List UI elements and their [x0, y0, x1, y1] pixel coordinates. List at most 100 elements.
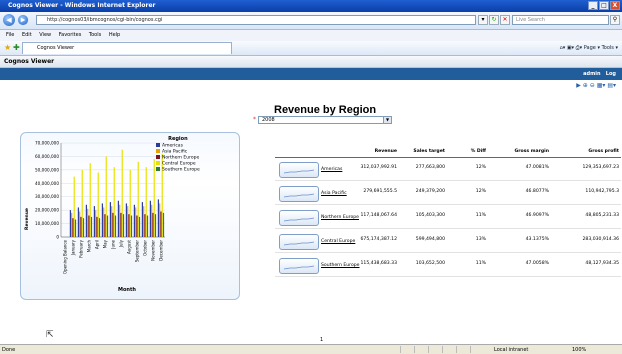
feeds-icon[interactable]: ▣▾ — [567, 45, 574, 51]
sparkline-chart[interactable] — [279, 258, 319, 274]
run-icon[interactable]: ▶ — [576, 82, 581, 89]
tools-menu[interactable]: Tools ▾ — [602, 45, 618, 51]
bar[interactable] — [77, 207, 79, 237]
bar[interactable] — [133, 204, 135, 237]
bar[interactable] — [69, 210, 71, 237]
bar[interactable] — [93, 206, 95, 237]
bar[interactable] — [141, 202, 143, 237]
bar[interactable] — [101, 203, 103, 237]
bar[interactable] — [90, 216, 93, 237]
bar[interactable] — [72, 218, 74, 237]
bar[interactable] — [151, 204, 153, 237]
zoom-level[interactable]: 100% — [572, 346, 586, 354]
bar[interactable] — [117, 200, 119, 237]
bar[interactable] — [88, 215, 90, 237]
menu-edit[interactable]: Edit — [22, 32, 32, 38]
sparkline-chart[interactable] — [279, 162, 319, 178]
bar[interactable] — [95, 210, 97, 237]
region-link[interactable]: Americas — [321, 167, 342, 172]
region-link[interactable]: Southern Europe — [321, 263, 360, 268]
bar[interactable] — [98, 218, 101, 237]
bar[interactable] — [144, 214, 146, 237]
search-input[interactable]: Live Search — [512, 15, 609, 25]
maximize-button[interactable]: □ — [599, 1, 609, 10]
region-link[interactable]: Northern Europe — [321, 215, 359, 220]
bar[interactable] — [130, 215, 133, 237]
stop-icon[interactable]: ✕ — [500, 15, 510, 25]
star-icon[interactable]: ★ — [4, 43, 11, 52]
bar[interactable] — [122, 214, 125, 237]
log-link[interactable]: Log — [606, 71, 616, 77]
bar[interactable] — [121, 149, 123, 237]
bar[interactable] — [159, 203, 161, 237]
bar[interactable] — [152, 212, 154, 237]
bar[interactable] — [137, 161, 139, 237]
bar[interactable] — [80, 216, 82, 237]
forward-button[interactable]: ▶ — [17, 14, 29, 26]
bar[interactable] — [79, 211, 81, 237]
bar[interactable] — [120, 212, 122, 237]
bar[interactable] — [114, 215, 117, 237]
sparkline-chart[interactable] — [279, 186, 319, 202]
menu-view[interactable]: View — [39, 32, 51, 38]
chevron-down-icon[interactable]: ▼ — [383, 117, 391, 123]
bar[interactable] — [153, 159, 155, 237]
bar[interactable] — [111, 206, 113, 237]
bar[interactable] — [135, 207, 137, 237]
bar[interactable] — [105, 156, 107, 237]
bar[interactable] — [128, 214, 130, 237]
bar[interactable] — [104, 214, 106, 237]
menu-tools[interactable]: Tools — [89, 32, 101, 38]
bar[interactable] — [138, 216, 141, 237]
bar[interactable] — [145, 167, 147, 237]
url-field[interactable]: http://cognos03/ibmcognos/cgi-bin/cognos… — [36, 15, 476, 25]
menu-favorites[interactable]: Favorites — [59, 32, 82, 38]
refresh-icon[interactable]: ↻ — [489, 15, 499, 25]
bar[interactable] — [87, 208, 89, 237]
bar[interactable] — [97, 172, 99, 237]
bar[interactable] — [149, 200, 151, 237]
user-name[interactable]: admin — [583, 71, 600, 77]
bar[interactable] — [160, 211, 162, 237]
home-icon[interactable]: ⌂▾ — [560, 45, 566, 51]
bar[interactable] — [136, 215, 138, 237]
drill-up-icon[interactable]: ⊖ — [590, 82, 595, 89]
bar[interactable] — [73, 176, 75, 237]
bar[interactable] — [143, 206, 145, 237]
search-icon[interactable]: ⚲ — [610, 15, 620, 25]
bar[interactable] — [146, 215, 149, 237]
sparkline-chart[interactable] — [279, 234, 319, 250]
bar[interactable] — [103, 207, 105, 237]
add-favorite-icon[interactable]: ✚ — [13, 43, 20, 52]
region-link[interactable]: Central Europe — [321, 239, 355, 244]
bar[interactable] — [85, 204, 87, 237]
print-icon[interactable]: ⎙▾ — [576, 45, 583, 51]
bar[interactable] — [125, 203, 127, 237]
menu-file[interactable]: File — [6, 32, 14, 38]
bar[interactable] — [106, 215, 109, 237]
bar[interactable] — [113, 167, 115, 237]
bar[interactable] — [162, 212, 165, 237]
bar[interactable] — [96, 216, 98, 237]
keep-icon[interactable]: ▦▾ — [597, 82, 606, 89]
minimize-button[interactable]: _ — [588, 1, 598, 10]
bar[interactable] — [81, 169, 83, 237]
bar[interactable] — [89, 163, 91, 237]
bar[interactable] — [127, 206, 129, 237]
bar[interactable] — [129, 169, 131, 237]
bar[interactable] — [82, 218, 85, 237]
bar[interactable] — [109, 202, 111, 237]
back-button[interactable]: ◀ — [3, 14, 15, 26]
page-menu[interactable]: Page ▾ — [584, 45, 600, 51]
bar[interactable] — [112, 212, 114, 237]
bar[interactable] — [74, 219, 77, 237]
bar[interactable] — [157, 199, 159, 237]
close-button[interactable]: X — [610, 1, 620, 10]
bar[interactable] — [154, 214, 157, 237]
drill-down-icon[interactable]: ⊕ — [583, 82, 588, 89]
region-link[interactable]: Asia Pacific — [321, 191, 347, 196]
tab-cognos-viewer[interactable]: Cognos Viewer — [22, 42, 232, 54]
dropdown-icon[interactable]: ▾ — [478, 15, 488, 25]
bar[interactable] — [71, 212, 73, 237]
output-icon[interactable]: ▤▾ — [607, 82, 616, 89]
